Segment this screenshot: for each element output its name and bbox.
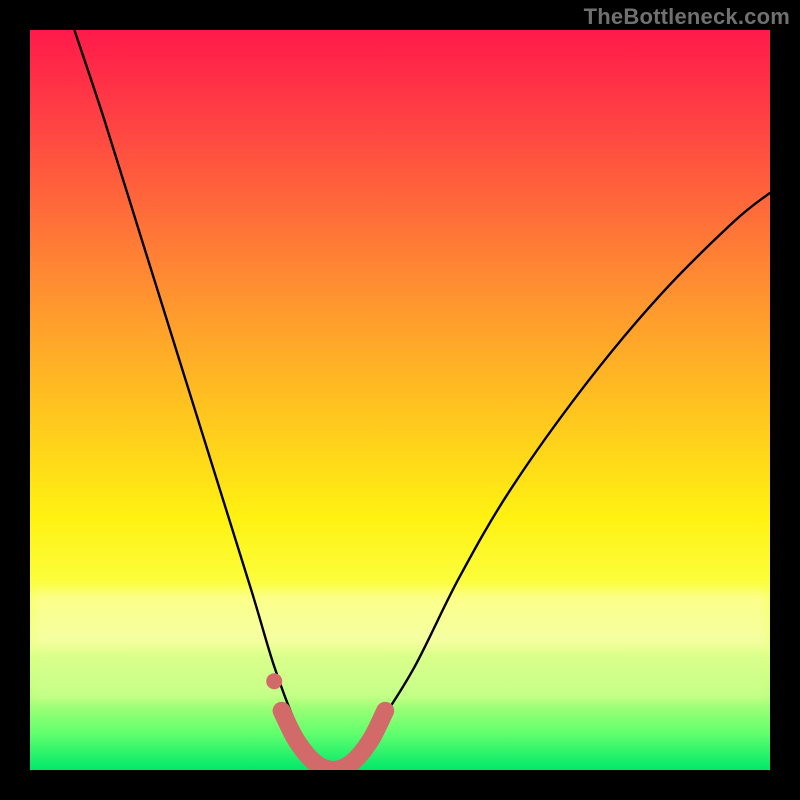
chart-frame: TheBottleneck.com xyxy=(0,0,800,800)
bottleneck-curve xyxy=(74,30,770,770)
chart-svg xyxy=(30,30,770,770)
highlight-dot xyxy=(266,673,282,689)
watermark-text: TheBottleneck.com xyxy=(584,4,790,30)
highlight-band xyxy=(282,711,386,770)
plot-area xyxy=(30,30,770,770)
